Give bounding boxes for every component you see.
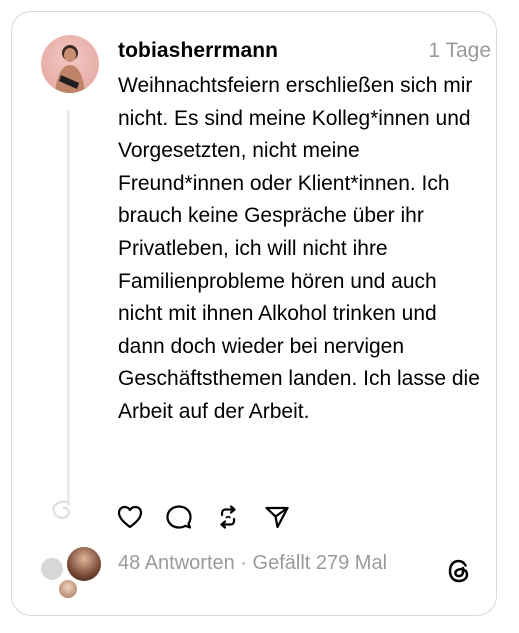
threads-logo-icon[interactable] (444, 556, 474, 586)
replier-avatar (39, 556, 65, 582)
reply-avatars[interactable] (37, 545, 107, 605)
repost-button[interactable] (214, 502, 263, 532)
post-stats[interactable]: 48 Antworten · Gefällt 279 Mal (118, 552, 387, 575)
comment-bubble-icon (166, 505, 192, 529)
send-icon (265, 506, 289, 529)
thread-line (67, 110, 70, 506)
replier-avatar (57, 578, 79, 600)
share-button[interactable] (263, 502, 312, 532)
repost-icon (220, 505, 236, 529)
replier-avatar (65, 545, 103, 583)
thread-loop-icon (52, 500, 71, 520)
username[interactable]: tobiasherrmann (118, 39, 278, 63)
post-time: 1 Tage (428, 39, 491, 62)
heart-icon (117, 505, 143, 529)
post-actions (116, 502, 312, 532)
author-avatar[interactable] (41, 35, 99, 93)
comment-button[interactable] (165, 502, 214, 532)
author-photo (55, 45, 85, 93)
post-text: Weihnachtsfeiern erschließen sich mir ni… (118, 74, 480, 423)
like-button[interactable] (116, 502, 165, 532)
